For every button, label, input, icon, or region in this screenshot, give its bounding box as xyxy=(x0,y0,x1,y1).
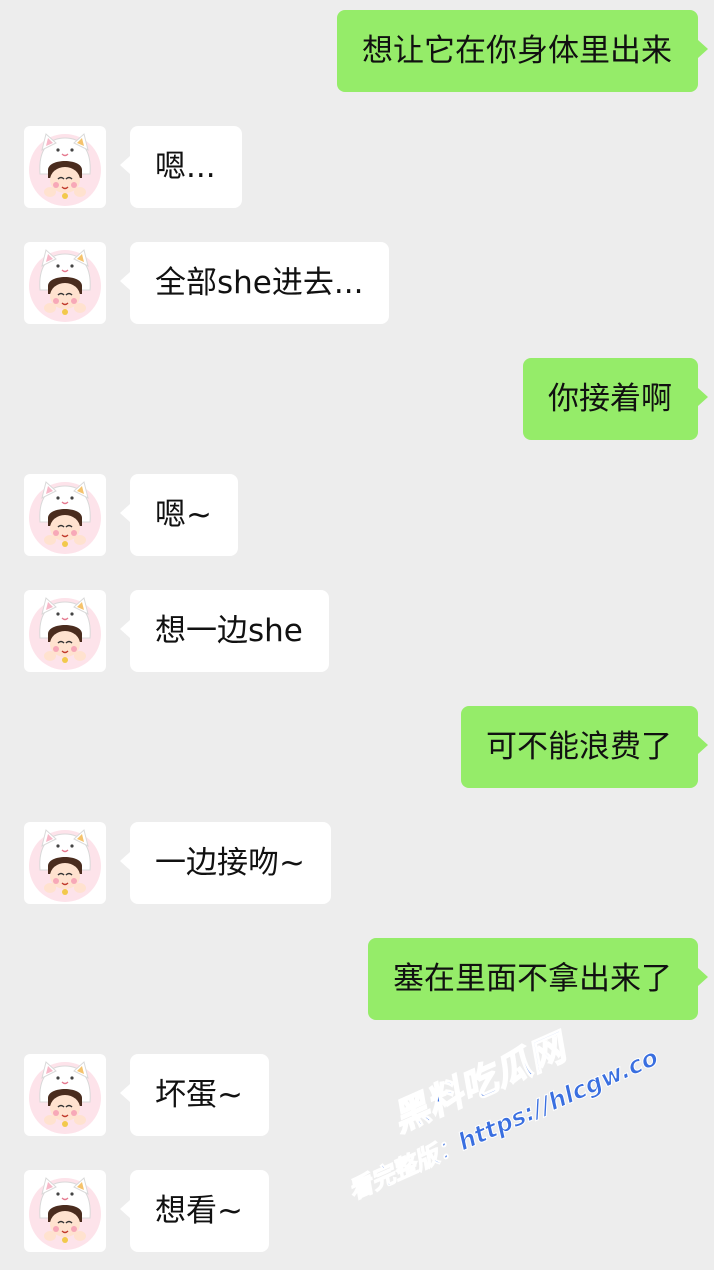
bubble-tail xyxy=(120,156,130,174)
message-bubble-incoming[interactable]: 想一边she xyxy=(120,590,329,672)
message-text: 想看~ xyxy=(155,1193,243,1229)
cat-hood-girl-avatar-icon xyxy=(29,1061,101,1134)
bubble-tail xyxy=(120,272,130,290)
avatar[interactable] xyxy=(24,242,106,324)
message-bubble-incoming[interactable]: 想看~ xyxy=(120,1170,269,1252)
cat-hood-girl-avatar-icon xyxy=(29,133,101,206)
bubble-tail xyxy=(120,1084,130,1102)
message-row-incoming: 一边接吻~ xyxy=(0,822,714,904)
message-row-incoming: 想看~ xyxy=(0,1170,714,1252)
cat-hood-girl-avatar-icon xyxy=(29,481,101,554)
message-text: 一边接吻~ xyxy=(155,845,305,881)
message-text: 嗯... xyxy=(155,149,216,185)
message-text: 塞在里面不拿出来了 xyxy=(393,961,672,997)
message-row-outgoing: 你接着啊 xyxy=(0,358,714,440)
bubble-tail xyxy=(120,620,130,638)
message-bubble-outgoing[interactable]: 想让它在你身体里出来 xyxy=(337,10,708,92)
message-row-incoming: 坏蛋~ xyxy=(0,1054,714,1136)
message-text: 想一边she xyxy=(155,613,303,649)
message-text: 坏蛋~ xyxy=(155,1077,243,1113)
avatar[interactable] xyxy=(24,590,106,672)
bubble-tail xyxy=(120,1200,130,1218)
cat-hood-girl-avatar-icon xyxy=(29,249,101,322)
avatar[interactable] xyxy=(24,1054,106,1136)
avatar[interactable] xyxy=(24,1170,106,1252)
message-bubble-incoming[interactable]: 一边接吻~ xyxy=(120,822,331,904)
message-row-incoming: 嗯... xyxy=(0,126,714,208)
cat-hood-girl-avatar-icon xyxy=(29,597,101,670)
message-text: 你接着啊 xyxy=(548,381,672,417)
message-bubble-incoming[interactable]: 全部she进去... xyxy=(120,242,390,324)
bubble-tail xyxy=(120,852,130,870)
avatar[interactable] xyxy=(24,126,106,208)
message-row-incoming: 嗯~ xyxy=(0,474,714,556)
bubble-tail xyxy=(698,736,708,754)
avatar[interactable] xyxy=(24,474,106,556)
cat-hood-girl-avatar-icon xyxy=(29,1177,101,1250)
bubble-tail xyxy=(698,968,708,986)
bubble-tail xyxy=(120,504,130,522)
cat-hood-girl-avatar-icon xyxy=(29,829,101,902)
message-bubble-incoming[interactable]: 坏蛋~ xyxy=(120,1054,269,1136)
bubble-tail xyxy=(698,40,708,58)
message-row-incoming: 想一边she xyxy=(0,590,714,672)
message-row-outgoing: 塞在里面不拿出来了 xyxy=(0,938,714,1020)
message-text: 全部she进去... xyxy=(155,265,364,301)
avatar[interactable] xyxy=(24,822,106,904)
message-text: 嗯~ xyxy=(155,497,212,533)
message-bubble-outgoing[interactable]: 你接着啊 xyxy=(523,358,708,440)
message-bubble-incoming[interactable]: 嗯~ xyxy=(120,474,238,556)
message-text: 可不能浪费了 xyxy=(486,729,672,765)
message-row-outgoing: 想让它在你身体里出来 xyxy=(0,10,714,92)
message-bubble-outgoing[interactable]: 可不能浪费了 xyxy=(461,706,708,788)
message-row-outgoing: 可不能浪费了 xyxy=(0,706,714,788)
message-row-incoming: 全部she进去... xyxy=(0,242,714,324)
message-bubble-outgoing[interactable]: 塞在里面不拿出来了 xyxy=(368,938,708,1020)
message-text: 想让它在你身体里出来 xyxy=(362,33,672,69)
bubble-tail xyxy=(698,388,708,406)
message-bubble-incoming[interactable]: 嗯... xyxy=(120,126,242,208)
